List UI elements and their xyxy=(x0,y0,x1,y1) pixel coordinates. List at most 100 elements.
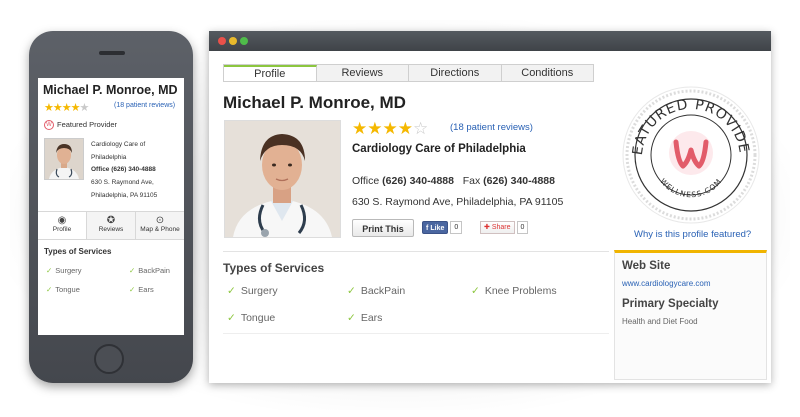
profile-tab-bar: Profile Reviews Directions Conditions xyxy=(223,64,594,82)
service-label: BackPain xyxy=(360,285,406,297)
check-icon: ✓ xyxy=(347,312,356,324)
service-item: ✓ Surgery xyxy=(227,285,278,297)
mobile-tab-reviews[interactable]: ✪ Reviews xyxy=(87,212,136,239)
reviews-link[interactable]: (18 patient reviews) xyxy=(450,122,533,133)
mobile-rating-stars: ★★★★★ xyxy=(44,101,89,114)
check-icon: ✓ xyxy=(46,266,53,275)
service-item: ✓ Knee Problems xyxy=(471,285,557,297)
mobile-office-phone: (626) 340-4888 xyxy=(111,166,156,174)
mobile-practice-line2: Philadelphia xyxy=(91,153,127,161)
mobile-reviews-link[interactable]: (18 patient reviews) xyxy=(114,102,175,109)
mobile-service-label: BackPain xyxy=(138,266,170,275)
mobile-types-title: Types of Services xyxy=(44,247,112,256)
doctor-name: Michael P. Monroe, MD xyxy=(223,93,406,112)
mobile-contact-info: Cardiology Care of Philadelphia Office (… xyxy=(91,139,157,203)
print-button[interactable]: Print This xyxy=(352,219,414,237)
mobile-service-item: ✓ Tongue xyxy=(46,285,80,294)
mobile-doctor-name: Michael P. Monroe, MD xyxy=(43,83,178,97)
check-icon: ✓ xyxy=(227,312,236,324)
share-icon: ✚ xyxy=(484,224,492,231)
mobile-service-label: Ears xyxy=(138,285,154,294)
mobile-tab-map-phone[interactable]: ⊙ Map & Phone xyxy=(136,212,184,239)
service-item: ✓ Ears xyxy=(347,312,382,324)
phone-home-button[interactable] xyxy=(94,344,124,374)
phone-fax-line: Office (626) 340-4888 Fax (626) 340-4888 xyxy=(352,175,555,187)
mobile-office-label: Office xyxy=(91,166,110,174)
mobile-device: Michael P. Monroe, MD ★★★★★ (18 patient … xyxy=(29,31,193,383)
rating-stars: ★★★★☆ xyxy=(352,119,428,139)
mobile-service-label: Tongue xyxy=(55,285,80,294)
facebook-like-widget[interactable]: f Like 0 xyxy=(422,221,463,234)
service-label: Surgery xyxy=(240,285,278,297)
service-label: Knee Problems xyxy=(484,285,557,297)
check-icon: ✓ xyxy=(129,285,136,294)
featured-provider-badge: FEATURED PROVIDER WELLNESS.COM xyxy=(615,72,762,226)
check-icon: ✓ xyxy=(46,285,53,294)
fax-phone: (626) 340-4888 xyxy=(483,175,555,187)
mobile-featured-provider: W Featured Provider xyxy=(44,120,118,131)
share-widget[interactable]: ✚ Share 0 xyxy=(480,221,529,234)
close-window-button[interactable] xyxy=(218,37,226,45)
fax-label: Fax xyxy=(462,175,481,187)
provider-details-panel: Web Site www.cardiologycare.com Primary … xyxy=(614,250,767,380)
primary-specialty-title: Primary Specialty xyxy=(622,298,719,310)
section-divider xyxy=(223,251,609,252)
share-label: Share xyxy=(491,224,511,231)
why-featured-link[interactable]: Why is this profile featured? xyxy=(634,229,751,240)
like-count: 0 xyxy=(450,221,463,234)
mobile-service-item: ✓ BackPain xyxy=(129,266,170,275)
service-label: Ears xyxy=(360,312,383,324)
website-link[interactable]: www.cardiologycare.com xyxy=(622,279,710,288)
mobile-screen: Michael P. Monroe, MD ★★★★★ (18 patient … xyxy=(38,78,184,335)
service-item: ✓ Tongue xyxy=(227,312,275,324)
office-phone[interactable]: (626) 340-4888 xyxy=(382,175,454,187)
mobile-office-line[interactable]: Office (626) 340-4888 xyxy=(91,164,157,177)
check-icon: ✓ xyxy=(227,285,236,297)
share-button[interactable]: ✚ Share xyxy=(480,221,515,234)
service-label: Tongue xyxy=(240,312,276,324)
check-icon: ✓ xyxy=(129,266,136,275)
minimize-window-button[interactable] xyxy=(229,37,237,45)
star-empty-icon: ★ xyxy=(79,102,89,114)
primary-specialty-value: Health and Diet Food xyxy=(622,317,698,326)
facebook-icon: f xyxy=(426,225,429,232)
facebook-like-button[interactable]: f Like xyxy=(422,221,449,234)
service-item: ✓ BackPain xyxy=(347,285,405,297)
check-icon: ✓ xyxy=(471,285,480,297)
mobile-tab-label: Reviews xyxy=(98,226,124,233)
mobile-practice-line1: Cardiology Care of xyxy=(91,141,146,148)
check-icon: ✓ xyxy=(347,285,356,297)
mobile-tab-label: Map & Phone xyxy=(140,226,180,233)
mobile-service-label: Surgery xyxy=(55,266,82,275)
browser-titlebar xyxy=(209,31,771,51)
browser-window: Profile Reviews Directions Conditions Mi… xyxy=(209,31,771,383)
mobile-doctor-photo xyxy=(44,138,84,180)
mobile-tab-profile[interactable]: ◉ Profile xyxy=(38,212,87,239)
star-empty-icon: ☆ xyxy=(412,119,429,138)
star-icon: ✪ xyxy=(106,215,116,226)
share-count: 0 xyxy=(516,221,529,234)
tab-reviews[interactable]: Reviews xyxy=(317,65,409,81)
map-pin-icon: ⊙ xyxy=(155,215,165,226)
star-icon: ★★★★ xyxy=(44,102,80,114)
mobile-tab-bar: ◉ Profile ✪ Reviews ⊙ Map & Phone xyxy=(38,211,184,240)
mobile-featured-label: Featured Provider xyxy=(57,120,118,129)
tab-conditions[interactable]: Conditions xyxy=(502,65,594,81)
practice-name: Cardiology Care of Philadelphia xyxy=(352,143,526,155)
mobile-service-item: ✓ Ears xyxy=(129,285,154,294)
maximize-window-button[interactable] xyxy=(240,37,248,45)
tab-directions[interactable]: Directions xyxy=(409,65,502,81)
doctor-photo xyxy=(224,120,341,238)
office-label: Office xyxy=(352,175,380,187)
tab-profile[interactable]: Profile xyxy=(224,65,317,81)
section-divider xyxy=(223,333,609,334)
mobile-service-item: ✓ Surgery xyxy=(46,266,82,275)
address: 630 S. Raymond Ave, Philadelphia, PA 911… xyxy=(352,196,564,208)
like-label: Like xyxy=(430,225,445,232)
types-of-services-title: Types of Services xyxy=(223,261,325,275)
mobile-address-line2: Philadelphia, PA 91105 xyxy=(91,191,158,199)
mobile-tab-label: Profile xyxy=(52,226,72,233)
mobile-address-line1: 630 S. Raymond Ave, xyxy=(91,179,154,187)
star-icon: ★★★★ xyxy=(352,119,413,138)
phone-earpiece xyxy=(99,51,125,55)
